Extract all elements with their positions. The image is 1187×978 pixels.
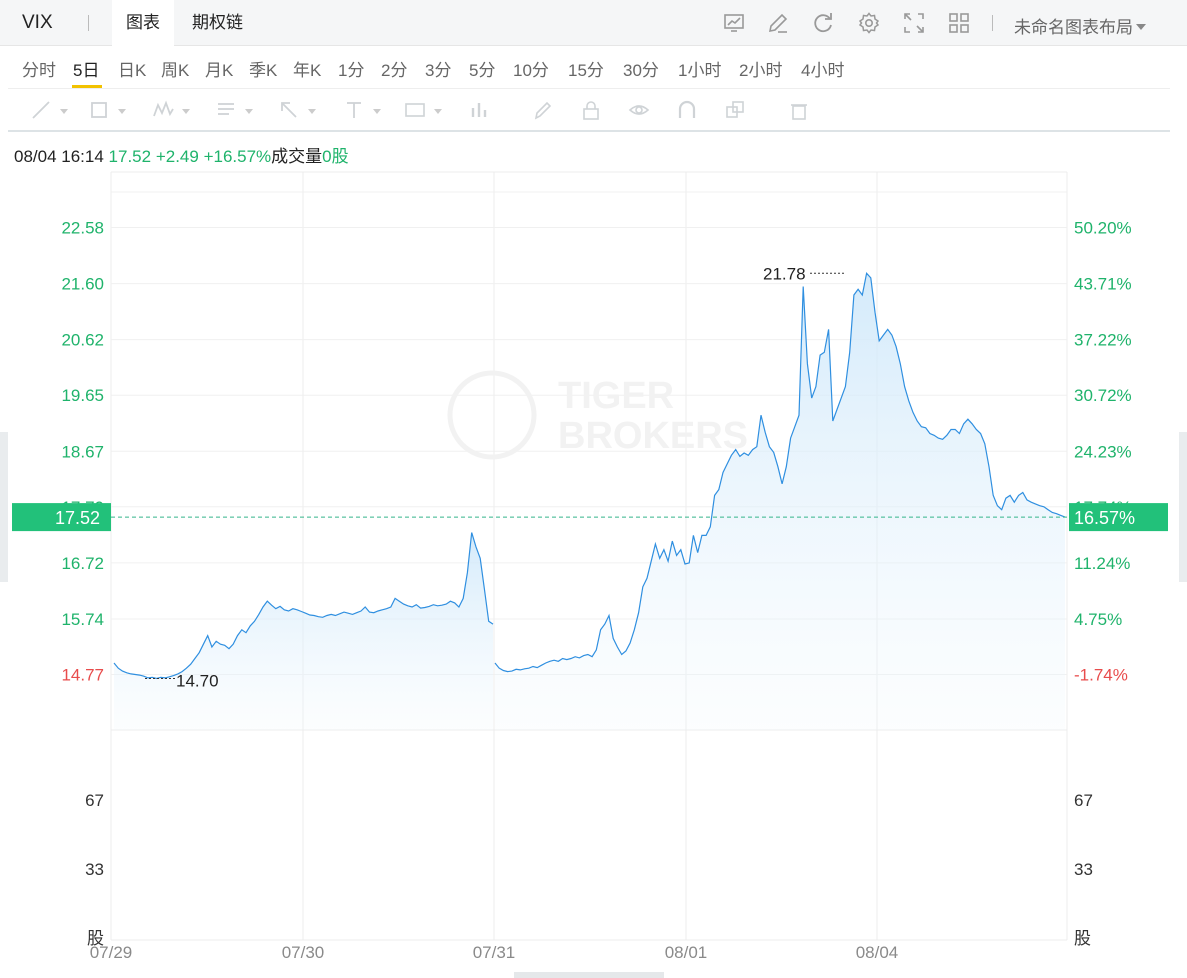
y-tick-right: 30.72% <box>1074 386 1132 405</box>
watermark-logo: TIGERBROKERS <box>447 370 748 460</box>
y-tick-left: 20.62 <box>61 331 104 350</box>
y-tick-left: 16.72 <box>61 554 104 573</box>
x-tick-label: 08/04 <box>856 943 899 962</box>
y-tick-right: 11.24% <box>1074 554 1130 573</box>
x-tick-label: 07/31 <box>473 943 516 962</box>
current-price-badge-text: 17.52 <box>55 508 100 528</box>
y-tick-left: 18.67 <box>61 442 104 461</box>
high-annotation: 21.78 <box>763 264 806 283</box>
y-tick-right: 4.75% <box>1074 610 1122 629</box>
y-tick-right: -1.74% <box>1074 665 1128 684</box>
volume-tick-right: 67 <box>1074 791 1093 810</box>
volume-unit-right: 股 <box>1074 929 1091 948</box>
volume-tick-left: 67 <box>85 791 104 810</box>
y-tick-right: 50.20% <box>1074 219 1132 238</box>
low-annotation: 14.70 <box>176 671 219 690</box>
right-scroll-handle[interactable] <box>1179 432 1187 582</box>
price-area <box>495 273 1065 730</box>
x-tick-label: 07/30 <box>282 943 325 962</box>
y-tick-right: 37.22% <box>1074 331 1132 350</box>
y-tick-left: 22.58 <box>61 219 104 238</box>
left-scroll-handle[interactable] <box>0 432 8 582</box>
y-tick-right: 24.23% <box>1074 442 1132 461</box>
y-tick-left: 21.60 <box>61 275 104 294</box>
price-chart[interactable]: 22.58 50.20% 21.60 43.71% 20.62 37.22% 19.65 30… <box>0 0 1187 978</box>
x-tick-label: 08/01 <box>665 943 708 962</box>
svg-text:TIGER: TIGER <box>558 375 674 417</box>
y-tick-left: 15.74 <box>61 610 104 629</box>
y-tick-right: 43.71% <box>1074 275 1132 294</box>
svg-text:BROKERS: BROKERS <box>558 415 748 457</box>
y-tick-left: 19.65 <box>61 386 104 405</box>
x-tick-label: 07/29 <box>90 943 133 962</box>
volume-tick-left: 33 <box>85 860 104 879</box>
volume-tick-right: 33 <box>1074 860 1093 879</box>
y-tick-left: 14.77 <box>61 665 104 684</box>
bottom-scroll-handle[interactable] <box>514 972 664 978</box>
current-pct-badge-text: 16.57% <box>1074 508 1135 528</box>
